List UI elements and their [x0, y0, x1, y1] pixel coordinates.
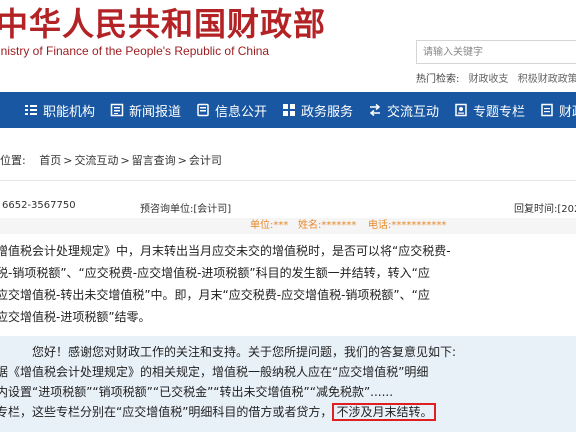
breadcrumb-link-accounting[interactable]: 会计司 — [189, 154, 222, 167]
breadcrumb-prefix: 位置: — [0, 154, 26, 167]
highlight-box: 不涉及月末结转。 — [332, 403, 437, 421]
nav-item-news[interactable]: 新闻报道 — [110, 92, 181, 128]
topic-doc-icon — [455, 103, 467, 117]
site-title: 中华人民共和国财政部 — [0, 5, 327, 43]
nav-item-exchange[interactable]: 交流互动 — [368, 92, 439, 128]
question-line: 应交增值税-转出未交增值税”中。即，月末“应交税费-应交增值税-销项税额”、“应 — [0, 288, 430, 302]
nav-item-info[interactable]: 信息公开 — [196, 92, 267, 128]
hot-search: 热门检索: 财政收支 积极财政政策 — [416, 70, 576, 85]
hot-search-label: 热门检索: — [416, 74, 460, 85]
breadcrumb: 位置: 首页 > 交流互动 > 留言查询 > 会计司 — [0, 152, 224, 168]
nav-label: 财政 — [559, 104, 576, 120]
breadcrumb-link-exchange[interactable]: 交流互动 — [74, 154, 118, 167]
question-line: 税-销项税额”、“应交税费-应交增值税-进项税额”科目的发生额一并结转，转入“应 — [0, 266, 430, 280]
answer-line: 专栏，这些专栏分别在“应交增值税”明细科目的借方或者贷方， — [0, 405, 333, 419]
finance-doc-icon — [541, 103, 553, 117]
hot-search-link[interactable]: 财政收支 — [469, 74, 509, 85]
question-line: 应交增值税-进项税额”结零。 — [0, 310, 151, 324]
meta-phone: 电话:*********** — [368, 220, 447, 231]
main-nav: 职能机构 新闻报道 信息公开 政务服务 交流互动 专题专栏 财政 — [0, 92, 576, 128]
news-doc-icon — [110, 103, 124, 117]
nav-label: 职能机构 — [43, 104, 96, 120]
exchange-arrows-icon — [369, 103, 381, 117]
meta-unit: 单位:*** — [250, 220, 289, 231]
breadcrumb-link-home[interactable]: 首页 — [39, 154, 61, 167]
nav-label: 信息公开 — [215, 104, 268, 120]
reply-time: 回复时间:[202 — [514, 204, 576, 215]
breadcrumb-sep: > — [177, 154, 187, 167]
nav-label: 专题专栏 — [473, 104, 526, 120]
grid-list-icon — [25, 105, 37, 115]
answer-line: 您好！感谢您对财政工作的关注和支持。关于您所提问题，我们的答复意见如下: — [32, 345, 457, 359]
nav-item-topics[interactable]: 专题专栏 — [454, 92, 525, 128]
question-text: 增值税会计处理规定》中，月末转出当月应交未交的增值税时，是否可以将“应交税费- … — [0, 240, 576, 328]
service-grid-icon — [283, 104, 295, 116]
consult-unit: 预咨询单位:[会计司] — [140, 204, 232, 215]
breadcrumb-sep: > — [63, 154, 73, 167]
nav-label: 政务服务 — [301, 104, 354, 120]
meta-name: 姓名:******* — [298, 220, 357, 231]
nav-label: 交流互动 — [387, 104, 440, 120]
answer-line-last: 专栏，这些专栏分别在“应交增值税”明细科目的借方或者贷方， 不涉及月末结转。 — [0, 402, 576, 422]
nav-item-services[interactable]: 政务服务 — [282, 92, 353, 128]
site-subtitle: inistry of Finance of the People's Repub… — [0, 44, 270, 58]
nav-label: 新闻报道 — [129, 104, 182, 120]
answer-text: 您好！感谢您对财政工作的关注和支持。关于您所提问题，我们的答复意见如下: 据《增… — [0, 342, 576, 422]
breadcrumb-link-query[interactable]: 留言查询 — [132, 154, 176, 167]
nav-item-functions[interactable]: 职能机构 — [24, 92, 95, 128]
search-input[interactable] — [416, 40, 576, 64]
question-line: 增值税会计处理规定》中，月末转出当月应交未交的增值税时，是否可以将“应交税费- — [0, 244, 451, 258]
info-doc-icon — [197, 103, 209, 117]
breadcrumb-sep: > — [120, 154, 130, 167]
divider — [0, 180, 576, 181]
message-id: 6652-3567750 — [2, 200, 76, 211]
answer-line: 据《增值税会计处理规定》的相关规定，增值税一般纳税人应在“应交增值税”明细 — [0, 365, 429, 379]
nav-item-finance[interactable]: 财政 — [540, 92, 576, 128]
hot-search-link[interactable]: 积极财政政策 — [518, 74, 576, 85]
answer-line: 内设置“进项税额”“销项税额”“已交税金”“转出未交增值税”“减免税款”....… — [0, 385, 394, 399]
